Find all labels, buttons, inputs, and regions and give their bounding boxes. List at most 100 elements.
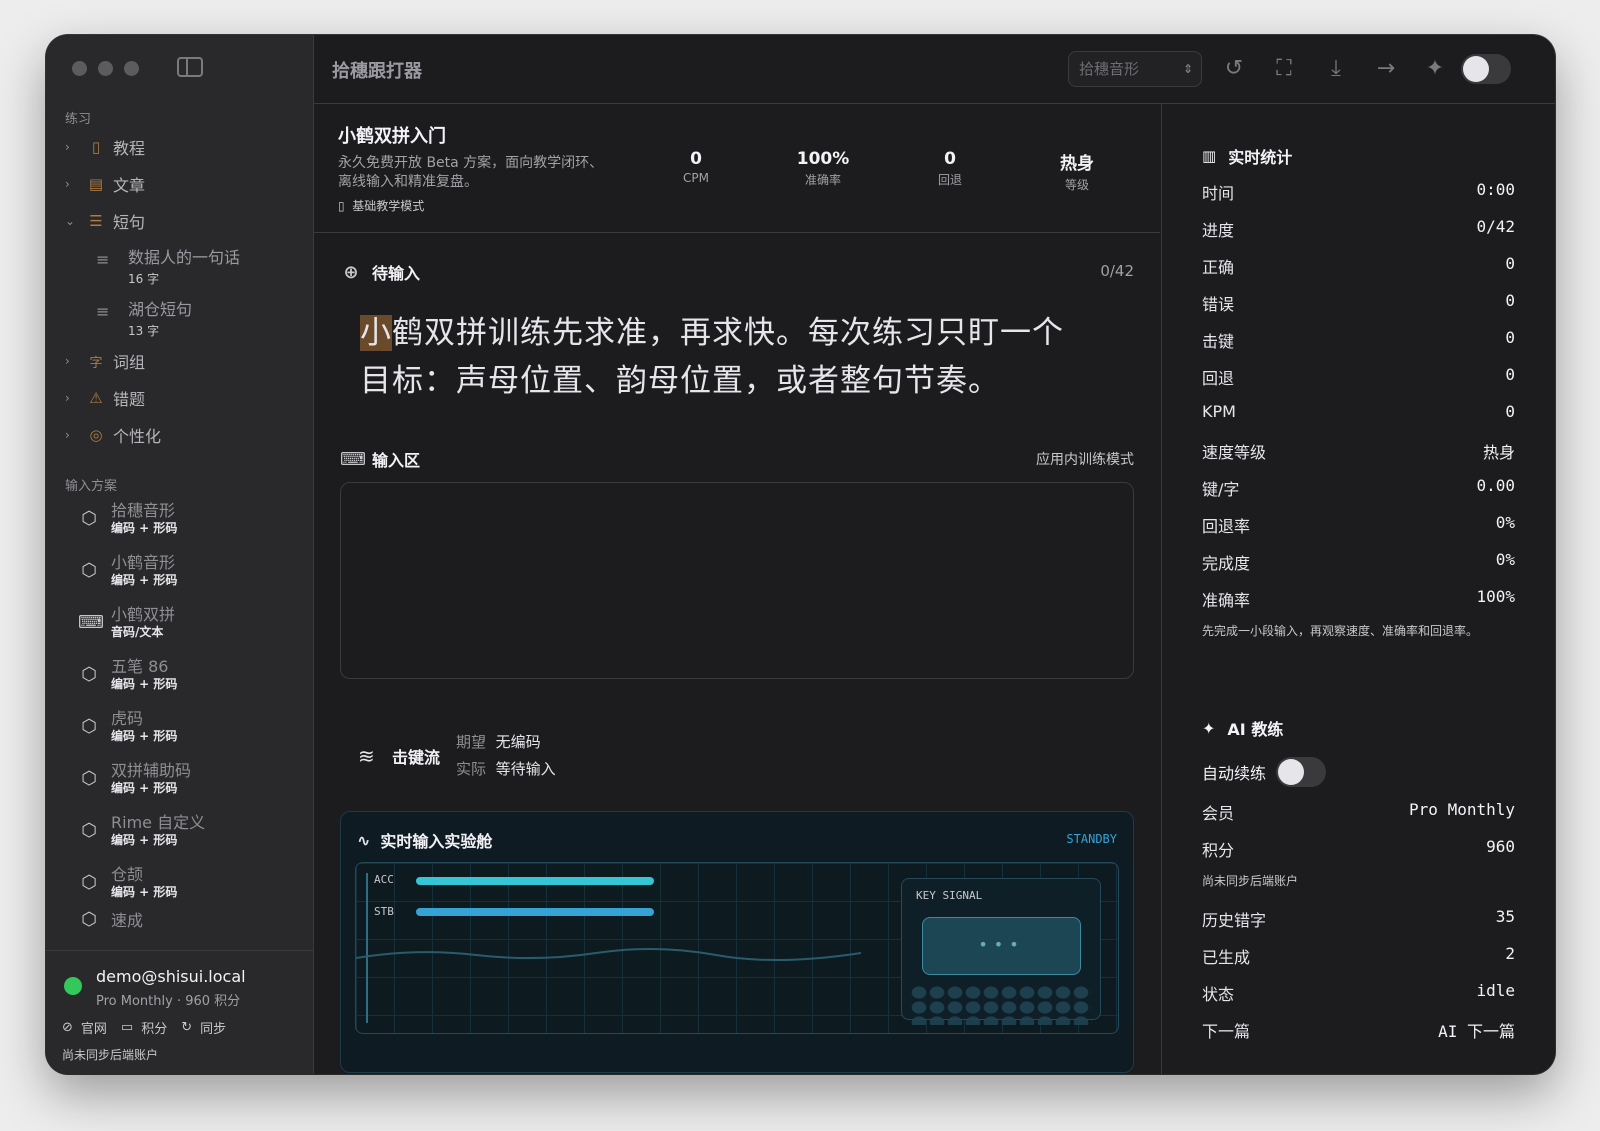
sidebar-toggle-icon[interactable] <box>177 57 203 77</box>
scheme-name: 虎码 <box>111 709 144 728</box>
stat-value: 35 <box>1495 907 1515 926</box>
stb-bar <box>416 908 654 916</box>
zoom-window-button[interactable] <box>124 61 139 76</box>
text-icon: 字 <box>89 355 103 371</box>
acc-label: ACC <box>374 873 394 886</box>
stat-value: 2 <box>1505 944 1515 963</box>
sidebar-item-phrases[interactable]: › 字 词组 <box>65 346 145 376</box>
close-window-button[interactable] <box>72 61 87 76</box>
points-link[interactable]: 积分 <box>141 1018 167 1037</box>
key-display: ••• <box>922 917 1081 975</box>
toolbar: 拾穗跟打器 拾穗音形 ⇕ ↺ ⛶ ⤓ → ✦ <box>314 35 1555 104</box>
lesson-title: 小鹤双拼入门 <box>338 126 446 147</box>
download-icon[interactable]: ⤓ <box>1322 55 1350 83</box>
sentence-item[interactable]: ≡ 湖仓短句 13 字 <box>96 296 192 339</box>
metric-value: 热身 <box>1060 154 1094 174</box>
card-icon: ▭ <box>120 1020 134 1035</box>
crosshair-icon: ⊕ <box>343 261 359 283</box>
stat-label: 时间 <box>1202 184 1235 203</box>
scheme-item[interactable]: ⬡ 速成 <box>78 911 143 929</box>
arrow-right-icon[interactable]: → <box>1372 55 1400 83</box>
stat-value: 0 <box>1505 254 1515 273</box>
sidebar-item-article[interactable]: › ▤ 文章 <box>65 169 145 199</box>
sync-status-note: 尚未同步后端账户 <box>62 1048 159 1062</box>
document-icon: ▤ <box>88 175 104 193</box>
live-lab-panel: ∿ 实时输入实验舱 STANDBY ACC STB KEY SIGNAL ••• <box>340 811 1134 1073</box>
scheme-item[interactable]: ⬡ 小鹤音形 编码 + 形码 <box>78 553 177 588</box>
sidebar-item-sentences[interactable]: ⌄ ☰ 短句 <box>65 206 145 236</box>
scheme-desc: 编码 + 形码 <box>111 729 178 743</box>
stat-row: 已生成 2 <box>1202 944 1515 968</box>
sidebar-item-mistakes[interactable]: › ⚠ 错题 <box>65 383 145 413</box>
scheme-name: Rime 自定义 <box>111 813 206 832</box>
member-row: 会员 Pro Monthly <box>1202 800 1515 824</box>
scheme-item[interactable]: ⬡ 五笔 86 编码 + 形码 <box>78 657 177 692</box>
sidebar-item-personalized[interactable]: › ◎ 个性化 <box>65 420 161 450</box>
expected-label: 期望 <box>456 733 487 751</box>
next-article-button[interactable]: AI 下一篇 <box>1438 1018 1515 1042</box>
actual-value: 等待输入 <box>495 760 556 778</box>
stat-row: 历史错字 35 <box>1202 907 1515 931</box>
target-icon: ◎ <box>89 426 103 444</box>
signal-wave <box>356 947 862 962</box>
hexagon-icon: ⬡ <box>81 819 97 841</box>
minimize-window-button[interactable] <box>98 61 113 76</box>
expand-icon[interactable]: ⛶ <box>1270 55 1298 83</box>
scheme-desc: 编码 + 形码 <box>111 677 178 691</box>
stat-row: 回退率 0% <box>1202 513 1515 537</box>
stat-value: 0 <box>1505 291 1515 310</box>
ellipsis-icon: ••• <box>978 935 1025 954</box>
input-header: ⌨ 输入区 <box>340 447 420 471</box>
waveform-icon: ≋ <box>358 744 375 768</box>
scheme-select[interactable]: 拾穗音形 ⇕ <box>1068 51 1202 87</box>
scheme-name: 拾穗音形 <box>111 501 176 520</box>
scheme-item[interactable]: ⬡ 虎码 编码 + 形码 <box>78 709 177 744</box>
sparkle-icon[interactable]: ✦ <box>1421 55 1449 83</box>
hexagon-icon: ⬡ <box>81 871 97 893</box>
sync-link[interactable]: 同步 <box>200 1018 226 1037</box>
pulse-icon: ∿ <box>357 830 371 850</box>
stat-label: 速度等级 <box>1202 443 1267 462</box>
coach-heading: AI 教练 <box>1227 720 1284 739</box>
metric-label: 准确率 <box>804 173 841 187</box>
scheme-name: 仓颉 <box>111 865 144 884</box>
scheme-item[interactable]: ⬡ Rime 自定义 编码 + 形码 <box>78 813 205 848</box>
stat-value: Pro Monthly <box>1409 800 1515 819</box>
scheme-desc: 编码 + 形码 <box>111 885 178 899</box>
stat-value: 0/42 <box>1476 217 1515 236</box>
chevron-right-icon: › <box>65 177 70 191</box>
practice-main: 小鹤双拼入门 永久免费开放 Beta 方案，面向教学闭环、离线输入和精准复盘。 … <box>314 104 1160 1074</box>
stat-value: 0 <box>1505 365 1515 384</box>
auto-continue-toggle[interactable] <box>1276 757 1327 787</box>
scheme-item[interactable]: ⬡ 仓颉 编码 + 形码 <box>78 865 177 900</box>
updown-chevron-icon: ⇕ <box>1182 62 1193 76</box>
next-article-row[interactable]: 下一篇 AI 下一篇 <box>1202 1018 1515 1042</box>
keystream-panel: ≋ 击键流 期望 无编码 实际 等待输入 <box>358 729 556 783</box>
scheme-desc: 编码 + 形码 <box>111 781 178 795</box>
scheme-item[interactable]: ⬡ 双拼辅助码 编码 + 形码 <box>78 761 191 796</box>
app-title: 拾穗跟打器 <box>332 61 422 82</box>
stat-row: 状态 idle <box>1202 981 1515 1005</box>
reset-icon[interactable]: ↺ <box>1220 55 1248 83</box>
sidebar-item-tutorial[interactable]: › ▯ 教程 <box>65 132 145 162</box>
points-row: 积分 960 <box>1202 837 1515 861</box>
sentence-count: 13 字 <box>128 324 160 338</box>
input-heading: 输入区 <box>372 451 421 470</box>
chevron-right-icon: › <box>65 140 70 154</box>
scheme-desc: 编码 + 形码 <box>111 573 178 587</box>
user-status-icon <box>64 977 82 995</box>
theme-toggle[interactable] <box>1461 54 1511 84</box>
stat-label: 进度 <box>1202 221 1235 240</box>
scheme-item[interactable]: ⌨ 小鹤双拼 音码/文本 <box>78 605 175 640</box>
typing-input-area[interactable] <box>340 482 1134 679</box>
stat-label: 积分 <box>1202 841 1235 860</box>
scheme-item[interactable]: ⬡ 拾穗音形 编码 + 形码 <box>78 501 177 536</box>
sidebar-item-label: 短句 <box>113 213 146 232</box>
stat-label: 回退率 <box>1202 517 1251 536</box>
stat-row: 时间 0:00 <box>1202 180 1515 204</box>
mini-keyboard <box>910 985 1092 1025</box>
sentence-item[interactable]: ≡ 数据人的一句话 16 字 <box>96 244 240 287</box>
website-link[interactable]: 官网 <box>81 1018 107 1037</box>
metric-value: 0 <box>690 149 702 169</box>
stat-label: 状态 <box>1202 985 1235 1004</box>
